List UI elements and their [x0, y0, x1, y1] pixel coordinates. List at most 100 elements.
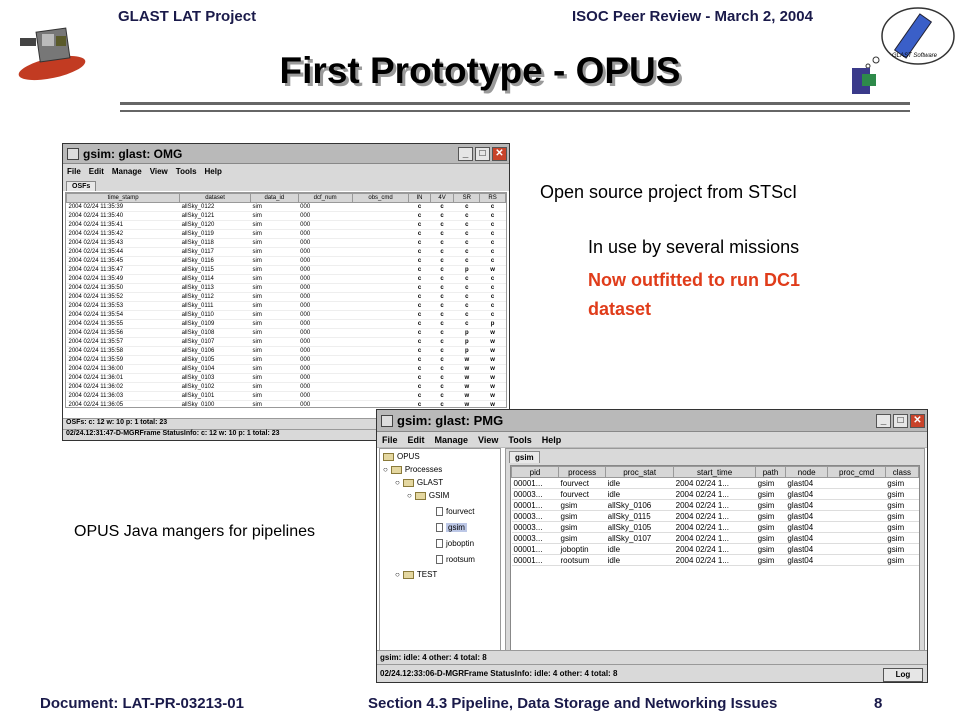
column-header[interactable]: dcf_num [297, 193, 353, 203]
table-row[interactable]: 2004 02/24 11:35:42 allSky_0119 sim 000 c c c c [66, 229, 506, 239]
table-row[interactable]: 00001... rootsum idle 2004 02/24 1... gsim gl… [511, 554, 919, 566]
column-header[interactable]: SR [453, 193, 481, 203]
tree-node-processes[interactable]: ○ Processes [383, 465, 442, 474]
table-row[interactable]: 2004 02/24 11:35:43 allSky_0118 sim 000 c c c c [66, 238, 506, 248]
table-cell [352, 238, 409, 248]
column-header[interactable]: proc_stat [605, 466, 675, 478]
table-row[interactable]: 2004 02/24 11:36:02 allSky_0102 sim 000 c c w w [66, 382, 506, 392]
table-cell: 2004 02/24 11:35:57 [66, 337, 180, 347]
column-header[interactable]: start_time [673, 466, 757, 478]
column-header[interactable]: IN [408, 193, 431, 203]
table-row[interactable]: 00003... gsim allSky_0105 2004 02/24 1... gs… [511, 521, 919, 533]
table-row[interactable]: 2004 02/24 11:35:40 allSky_0121 sim 000 c c c c [66, 211, 506, 221]
maximize-button[interactable]: □ [893, 413, 908, 428]
table-row[interactable]: 2004 02/24 11:36:01 allSky_0103 sim 000 c c w w [66, 373, 506, 383]
tab-osfs[interactable]: OSFs [66, 181, 97, 191]
menu-file[interactable]: File [67, 167, 81, 176]
menu-manage[interactable]: Manage [112, 167, 142, 176]
table-cell: 2004 02/24 11:35:44 [66, 247, 180, 257]
table-row[interactable]: 2004 02/24 11:35:41 allSky_0120 sim 000 c c c c [66, 220, 506, 230]
close-button[interactable]: ✕ [910, 413, 925, 428]
table-row[interactable]: 2004 02/24 11:35:54 allSky_0110 sim 000 c c c c [66, 310, 506, 320]
table-row[interactable]: 2004 02/24 11:35:39 allSky_0122 sim 000 c c c c [66, 202, 506, 212]
menu-help[interactable]: Help [205, 167, 222, 176]
file-icon [436, 539, 443, 548]
column-header[interactable]: path [755, 466, 786, 478]
column-header[interactable]: obs_cmd [351, 193, 410, 203]
pmg-window[interactable]: gsim: glast: PMG _ □ ✕ File Edit Manage … [376, 409, 928, 683]
table-cell: idle [605, 554, 674, 566]
table-row[interactable]: 2004 02/24 11:35:50 allSky_0113 sim 000 c c c c [66, 283, 506, 293]
table-row[interactable]: 2004 02/24 11:35:49 allSky_0114 sim 000 c c c c [66, 274, 506, 284]
menu-file[interactable]: File [382, 435, 398, 445]
table-row[interactable]: 2004 02/24 11:35:44 allSky_0117 sim 000 c c c c [66, 247, 506, 257]
column-header[interactable]: time_stamp [66, 193, 181, 203]
menu-view[interactable]: View [478, 435, 498, 445]
omg-window[interactable]: gsim: glast: OMG _ □ ✕ File Edit Manage … [62, 143, 510, 441]
menu-view[interactable]: View [150, 167, 168, 176]
tree-node-opus[interactable]: OPUS [383, 452, 420, 461]
column-header[interactable]: 4V [429, 193, 455, 203]
table-row[interactable]: 2004 02/24 11:35:59 allSky_0105 sim 000 c c w w [66, 355, 506, 365]
expand-handle-icon[interactable]: ○ [395, 570, 400, 579]
minimize-button[interactable]: _ [876, 413, 891, 428]
column-header[interactable]: node [784, 466, 829, 478]
column-header[interactable]: proc_cmd [827, 466, 886, 478]
file-icon [436, 523, 443, 532]
table-cell [352, 229, 409, 239]
menu-edit[interactable]: Edit [408, 435, 425, 445]
table-row[interactable]: 2004 02/24 11:35:45 allSky_0116 sim 000 c c c c [66, 256, 506, 266]
table-row[interactable]: 00001... fourvect idle 2004 02/24 1... gsim g… [511, 477, 919, 489]
table-row[interactable]: 2004 02/24 11:36:00 allSky_0104 sim 000 c c w w [66, 364, 506, 374]
menu-manage[interactable]: Manage [435, 435, 469, 445]
table-row[interactable]: 2004 02/24 11:35:47 allSky_0115 sim 000 c c p w [66, 265, 506, 275]
tree-leaf-joboptin[interactable]: joboptin [436, 539, 474, 548]
table-row[interactable]: 2004 02/24 11:35:57 allSky_0107 sim 000 c c p w [66, 337, 506, 347]
column-header[interactable]: process [558, 466, 607, 478]
tab-gsim[interactable]: gsim [509, 451, 540, 463]
tree-leaf-gsim[interactable]: gsim [436, 523, 467, 532]
table-row[interactable]: 00003... fourvect idle 2004 02/24 1... gsim g… [511, 488, 919, 500]
menu-tools[interactable]: Tools [176, 167, 197, 176]
expand-handle-icon[interactable]: ○ [407, 491, 412, 500]
table-row[interactable]: 00001... gsim allSky_0106 2004 02/24 1... gs… [511, 499, 919, 511]
expand-handle-icon[interactable]: ○ [395, 478, 400, 487]
tree-node-gsim-group[interactable]: ○ GSIM [407, 491, 449, 500]
omg-title: gsim: glast: OMG [83, 146, 183, 161]
table-cell: gsim [755, 499, 786, 511]
close-button[interactable]: ✕ [492, 146, 507, 161]
expand-handle-icon[interactable]: ○ [383, 465, 388, 474]
table-cell: w [479, 400, 506, 407]
tree-node-glast[interactable]: ○ GLAST [395, 478, 443, 487]
table-row[interactable]: 2004 02/24 11:35:53 allSky_0111 sim 000 c c c c [66, 301, 506, 311]
table-row[interactable]: 00003... gsim allSky_0107 2004 02/24 1... gs… [511, 532, 919, 544]
minimize-button[interactable]: _ [458, 146, 473, 161]
table-cell: 000 [298, 202, 353, 212]
table-row[interactable]: 2004 02/24 11:35:55 allSky_0109 sim 000 c c c p [66, 319, 506, 329]
tree-leaf-fourvect[interactable]: fourvect [436, 507, 474, 516]
column-header[interactable]: pid [510, 466, 560, 478]
table-row[interactable]: 00003... gsim allSky_0115 2004 02/24 1... gs… [511, 510, 919, 522]
log-button[interactable]: Log [883, 668, 923, 682]
table-row[interactable]: 2004 02/24 11:35:52 allSky_0112 sim 000 c c c c [66, 292, 506, 302]
omg-titlebar[interactable]: gsim: glast: OMG _ □ ✕ [63, 144, 509, 164]
column-header[interactable]: data_id [249, 193, 299, 203]
tree-node-test[interactable]: ○ TEST [395, 570, 437, 579]
project-header: GLAST LAT Project [118, 8, 257, 25]
table-row[interactable]: 2004 02/24 11:36:03 allSky_0101 sim 000 c c w w [66, 391, 506, 401]
table-row[interactable]: 2004 02/24 11:35:56 allSky_0108 sim 000 c c p w [66, 328, 506, 338]
column-header[interactable]: RS [479, 193, 506, 203]
table-row[interactable]: 00001... joboptin idle 2004 02/24 1... gsim g… [511, 543, 919, 555]
menu-help[interactable]: Help [542, 435, 562, 445]
column-header[interactable]: dataset [179, 193, 251, 203]
tree-leaf-rootsum[interactable]: rootsum [436, 555, 475, 564]
menu-edit[interactable]: Edit [89, 167, 104, 176]
table-row[interactable]: 2004 02/24 11:35:58 allSky_0106 sim 000 c c p w [66, 346, 506, 356]
table-row[interactable]: 2004 02/24 11:36:05 allSky_0100 sim 000 c c w w [66, 400, 506, 407]
table-cell: c [408, 256, 431, 266]
column-header[interactable]: class [884, 466, 920, 478]
table-cell: c [430, 274, 454, 284]
pmg-titlebar[interactable]: gsim: glast: PMG _ □ ✕ [377, 410, 927, 432]
maximize-button[interactable]: □ [475, 146, 490, 161]
menu-tools[interactable]: Tools [508, 435, 531, 445]
